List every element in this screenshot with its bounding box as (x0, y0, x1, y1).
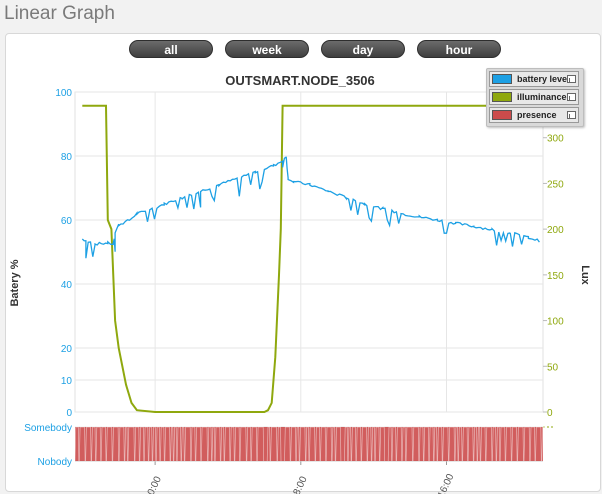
legend-item-presence[interactable]: presence (489, 107, 579, 123)
right-tick-label: 300 (547, 134, 564, 145)
right-tick-label: 250 (547, 179, 564, 190)
chart-legend: battery level illuminance presence (486, 68, 584, 127)
left-tick-label: 60 (61, 216, 73, 227)
left-tick-label: 0 (66, 408, 72, 419)
legend-label: illuminance (517, 92, 567, 102)
left-tick-label: 10 (61, 376, 73, 387)
right-tick-label: 200 (547, 225, 564, 236)
legend-item-battery-level[interactable]: battery level (489, 71, 579, 87)
left-tick-label: 40 (61, 280, 73, 291)
legend-swatch (492, 74, 512, 84)
left-tick-label: 100 (55, 88, 72, 99)
right-tick-label: 100 (547, 317, 564, 328)
chart-toggle-icon[interactable] (567, 75, 576, 83)
right-axis-title: Lux (579, 265, 591, 285)
legend-label: presence (517, 110, 557, 120)
chart-toggle-icon[interactable] (567, 111, 576, 119)
left-tick-label: 80 (61, 152, 73, 163)
plot-area (74, 91, 544, 413)
x-tick-label: 16:00 (436, 472, 457, 494)
legend-label: battery level (517, 74, 570, 84)
left-tick-label: 20 (61, 344, 73, 355)
x-tick-label: 8:00 (291, 474, 309, 494)
legend-swatch (492, 110, 512, 120)
chart-title: OUTSMART.NODE_3506 (225, 73, 375, 88)
chart-toggle-icon[interactable] (567, 93, 576, 101)
legend-swatch (492, 92, 512, 102)
legend-item-illuminance[interactable]: illuminance (489, 89, 579, 105)
left-axis-title: Batery % (9, 259, 21, 306)
right-tick-label: 50 (547, 362, 559, 373)
presence-tick-nobody: Nobody (38, 457, 72, 468)
right-tick-label: 150 (547, 271, 564, 282)
x-tick-label: 0:00 (146, 474, 164, 494)
right-tick-label: 0 (547, 408, 553, 419)
presence-tick-somebody: Somebody (24, 423, 72, 434)
